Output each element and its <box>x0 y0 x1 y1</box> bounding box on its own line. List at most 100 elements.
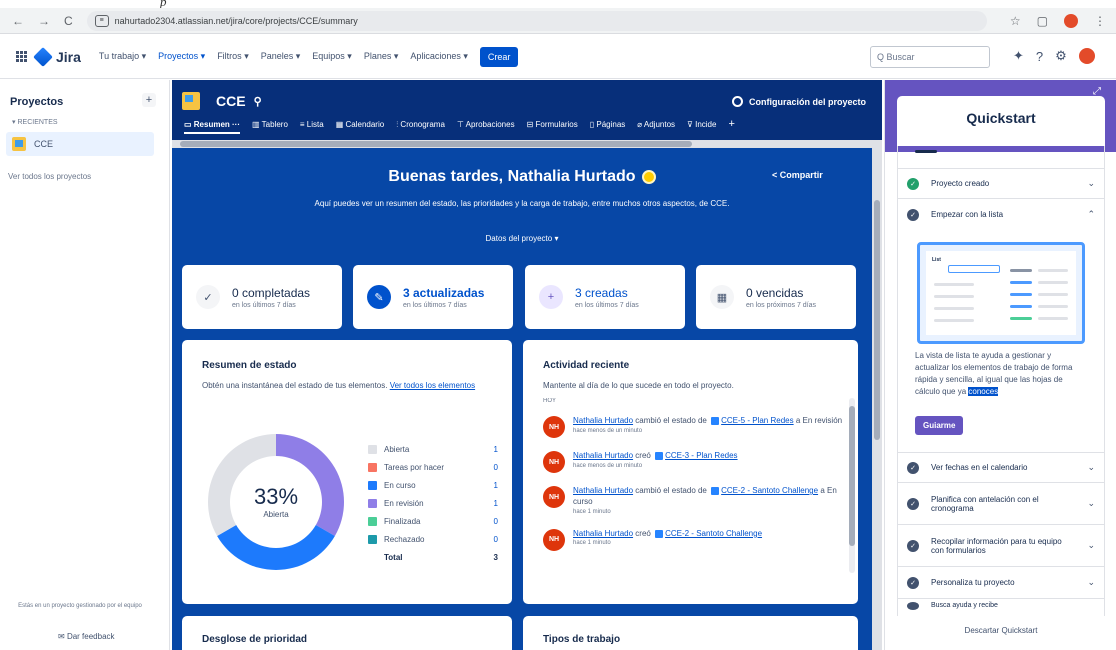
project-settings-button[interactable]: Configuración del proyecto <box>732 96 866 107</box>
list-item: NH Nathalia Hurtado creó CCE-2 - Santoto… <box>543 528 843 551</box>
legend-row[interactable]: Tareas por hacer 0 <box>368 458 498 476</box>
avatar[interactable]: NH <box>543 416 565 438</box>
stat-updated[interactable]: ✎ 3 actualizadas en los últimos 7 días <box>353 265 513 329</box>
add-tab-icon[interactable]: + <box>728 118 734 134</box>
activity-time: hace 1 minuto <box>573 508 611 515</box>
sidebar-item-cce[interactable]: CCE <box>6 132 154 156</box>
user-link[interactable]: Nathalia Hurtado <box>573 529 633 538</box>
scroll-thumb[interactable] <box>849 406 855 546</box>
quickstart-panel: ⤢ Quickstart ✓ Proyecto creado ⌄ ✓ Empezar … <box>884 80 1116 650</box>
quickstart-item[interactable]: Busca ayuda y recibe <box>897 598 1105 614</box>
avatar[interactable]: NH <box>543 451 565 473</box>
recent-activity-card: Actividad reciente Mantente al día de lo… <box>523 340 858 604</box>
reload-icon[interactable]: C <box>64 14 73 28</box>
legend-swatch <box>368 444 377 454</box>
avatar[interactable]: NH <box>543 528 565 551</box>
tab-list[interactable]: ≡ Lista <box>300 120 324 134</box>
create-button[interactable]: Crear <box>479 46 519 67</box>
horizontal-scrollbar[interactable] <box>172 140 882 148</box>
jira-logo[interactable]: Jira <box>33 46 81 67</box>
guide-me-button[interactable]: Guiarme <box>915 416 964 435</box>
help-icon[interactable]: ? <box>1036 49 1043 64</box>
legend-row[interactable]: En curso 1 <box>368 476 498 494</box>
stat-created[interactable]: + 3 creadas en los últimos 7 días <box>525 265 685 329</box>
stat-due[interactable]: ▦ 0 vencidas en los próximos 7 días <box>696 265 856 329</box>
stat-completed[interactable]: ✓ 0 completadas en los últimos 7 días <box>182 265 342 329</box>
profile-icon[interactable] <box>1064 13 1078 28</box>
donut-label: Abierta <box>263 510 289 519</box>
stat-label: en los últimos 7 días <box>575 301 639 309</box>
project-icon <box>12 137 26 151</box>
issue-link[interactable]: CCE-5 - Plan Redes <box>721 416 793 425</box>
donut-slice-en-curso[interactable] <box>217 525 335 570</box>
tab-summary[interactable]: ▭ Resumen ··· <box>184 120 241 134</box>
people-icon[interactable]: ⚲ <box>254 95 262 108</box>
menu-filters[interactable]: Filtros ▾ <box>217 51 249 62</box>
share-button[interactable]: < Compartir <box>772 170 823 180</box>
menu-dashboards[interactable]: Paneles ▾ <box>261 51 301 62</box>
menu-teams[interactable]: Equipos ▾ <box>312 51 352 62</box>
stat-count: 3 creadas <box>575 285 628 300</box>
tab-incidents[interactable]: ⊽ Incide <box>687 120 716 134</box>
avatar[interactable]: NH <box>543 486 565 508</box>
dismiss-quickstart-button[interactable]: Descartar Quickstart <box>885 626 1116 635</box>
user-link[interactable]: Nathalia Hurtado <box>573 416 633 425</box>
tab-attachments[interactable]: ⌀ Adjuntos <box>637 120 675 134</box>
user-link[interactable]: Nathalia Hurtado <box>573 486 633 495</box>
vertical-scrollbar[interactable] <box>872 140 882 650</box>
scroll-thumb[interactable] <box>180 141 692 147</box>
add-project-button[interactable]: + <box>142 93 156 107</box>
activity-scrollbar[interactable] <box>849 398 855 573</box>
check-icon: ✓ <box>907 208 919 221</box>
view-all-link[interactable]: Ver todos los elementos <box>390 381 475 390</box>
legend-row[interactable]: Abierta 1 <box>368 440 498 458</box>
star-icon[interactable]: ☆ <box>1010 14 1021 28</box>
plus-icon: + <box>539 285 563 309</box>
back-icon[interactable]: ← <box>12 14 24 28</box>
avatar[interactable] <box>1078 48 1095 64</box>
issue-link[interactable]: CCE-3 - Plan Redes <box>665 451 737 460</box>
tab-calendar[interactable]: ▦ Calendario <box>336 120 384 134</box>
notifications-icon[interactable]: ✦ <box>1013 48 1024 64</box>
app-switcher-icon[interactable] <box>16 50 28 63</box>
quickstart-item[interactable]: ✓ Recopilar información para tu equipo co… <box>897 524 1105 566</box>
browser-actions: ☆ ▢ ⋮ <box>1010 13 1106 28</box>
quickstart-item[interactable]: ✓ Personaliza tu proyecto ⌄ <box>897 566 1105 598</box>
legend-row[interactable]: Rechazado 0 <box>368 530 498 548</box>
scroll-thumb[interactable] <box>874 200 880 440</box>
stat-count: 0 vencidas <box>746 285 804 300</box>
task-icon <box>655 529 664 538</box>
menu-plans[interactable]: Planes ▾ <box>364 51 399 62</box>
more-icon[interactable]: ⋮ <box>1094 14 1106 28</box>
quickstart-item[interactable]: ✓ Proyecto creado ⌄ <box>897 168 1105 198</box>
user-link[interactable]: Nathalia Hurtado <box>573 451 633 460</box>
feedback-link[interactable]: ✉ Dar feedback <box>58 632 115 641</box>
quickstart-item[interactable]: ✓ Planifica con antelación con el cronogr… <box>897 482 1105 524</box>
address-bar[interactable]: ≡ nahurtado2304.atlassian.net/jira/core/… <box>86 10 987 31</box>
quickstart-item[interactable]: ✓ Empezar con la lista ⌃ <box>897 198 1105 230</box>
search-input[interactable]: Q Buscar <box>870 46 990 68</box>
issue-link[interactable]: CCE-2 - Santoto Challenge <box>665 529 762 538</box>
menu-apps[interactable]: Aplicaciones ▾ <box>410 51 468 62</box>
legend-row[interactable]: En revisión 1 <box>368 494 498 512</box>
tab-timeline[interactable]: ⫶ Cronograma <box>396 120 445 134</box>
quickstart-item[interactable]: ✓ Ver fechas en el calendario ⌄ <box>897 452 1105 482</box>
tab-forms[interactable]: ⊟ Formularios <box>527 120 578 134</box>
tab-board[interactable]: ▥ Tablero <box>252 120 288 134</box>
issue-link[interactable]: CCE-2 - Santoto Challenge <box>721 486 818 495</box>
check-icon: ✓ <box>907 461 919 474</box>
settings-icon[interactable]: ⚙ <box>1055 48 1067 64</box>
check-icon: ✓ <box>907 177 919 190</box>
project-data-dropdown[interactable]: Datos del proyecto ▾ <box>172 234 872 243</box>
menu-your-work[interactable]: Tu trabajo ▾ <box>99 51 146 62</box>
all-projects-link[interactable]: Ver todos los proyectos <box>8 172 91 181</box>
tab-approvals[interactable]: ⊤ Aprobaciones <box>457 120 515 134</box>
legend-row[interactable]: Finalizada 0 <box>368 512 498 530</box>
extensions-icon[interactable]: ▢ <box>1037 14 1048 28</box>
menu-projects[interactable]: Proyectos ▾ <box>158 51 205 62</box>
tab-pages[interactable]: ▯ Páginas <box>590 120 626 134</box>
check-icon <box>907 602 919 610</box>
forward-icon[interactable]: → <box>38 14 50 28</box>
sidebar-item-label: CCE <box>34 139 54 149</box>
site-info-icon[interactable]: ≡ <box>94 14 109 27</box>
